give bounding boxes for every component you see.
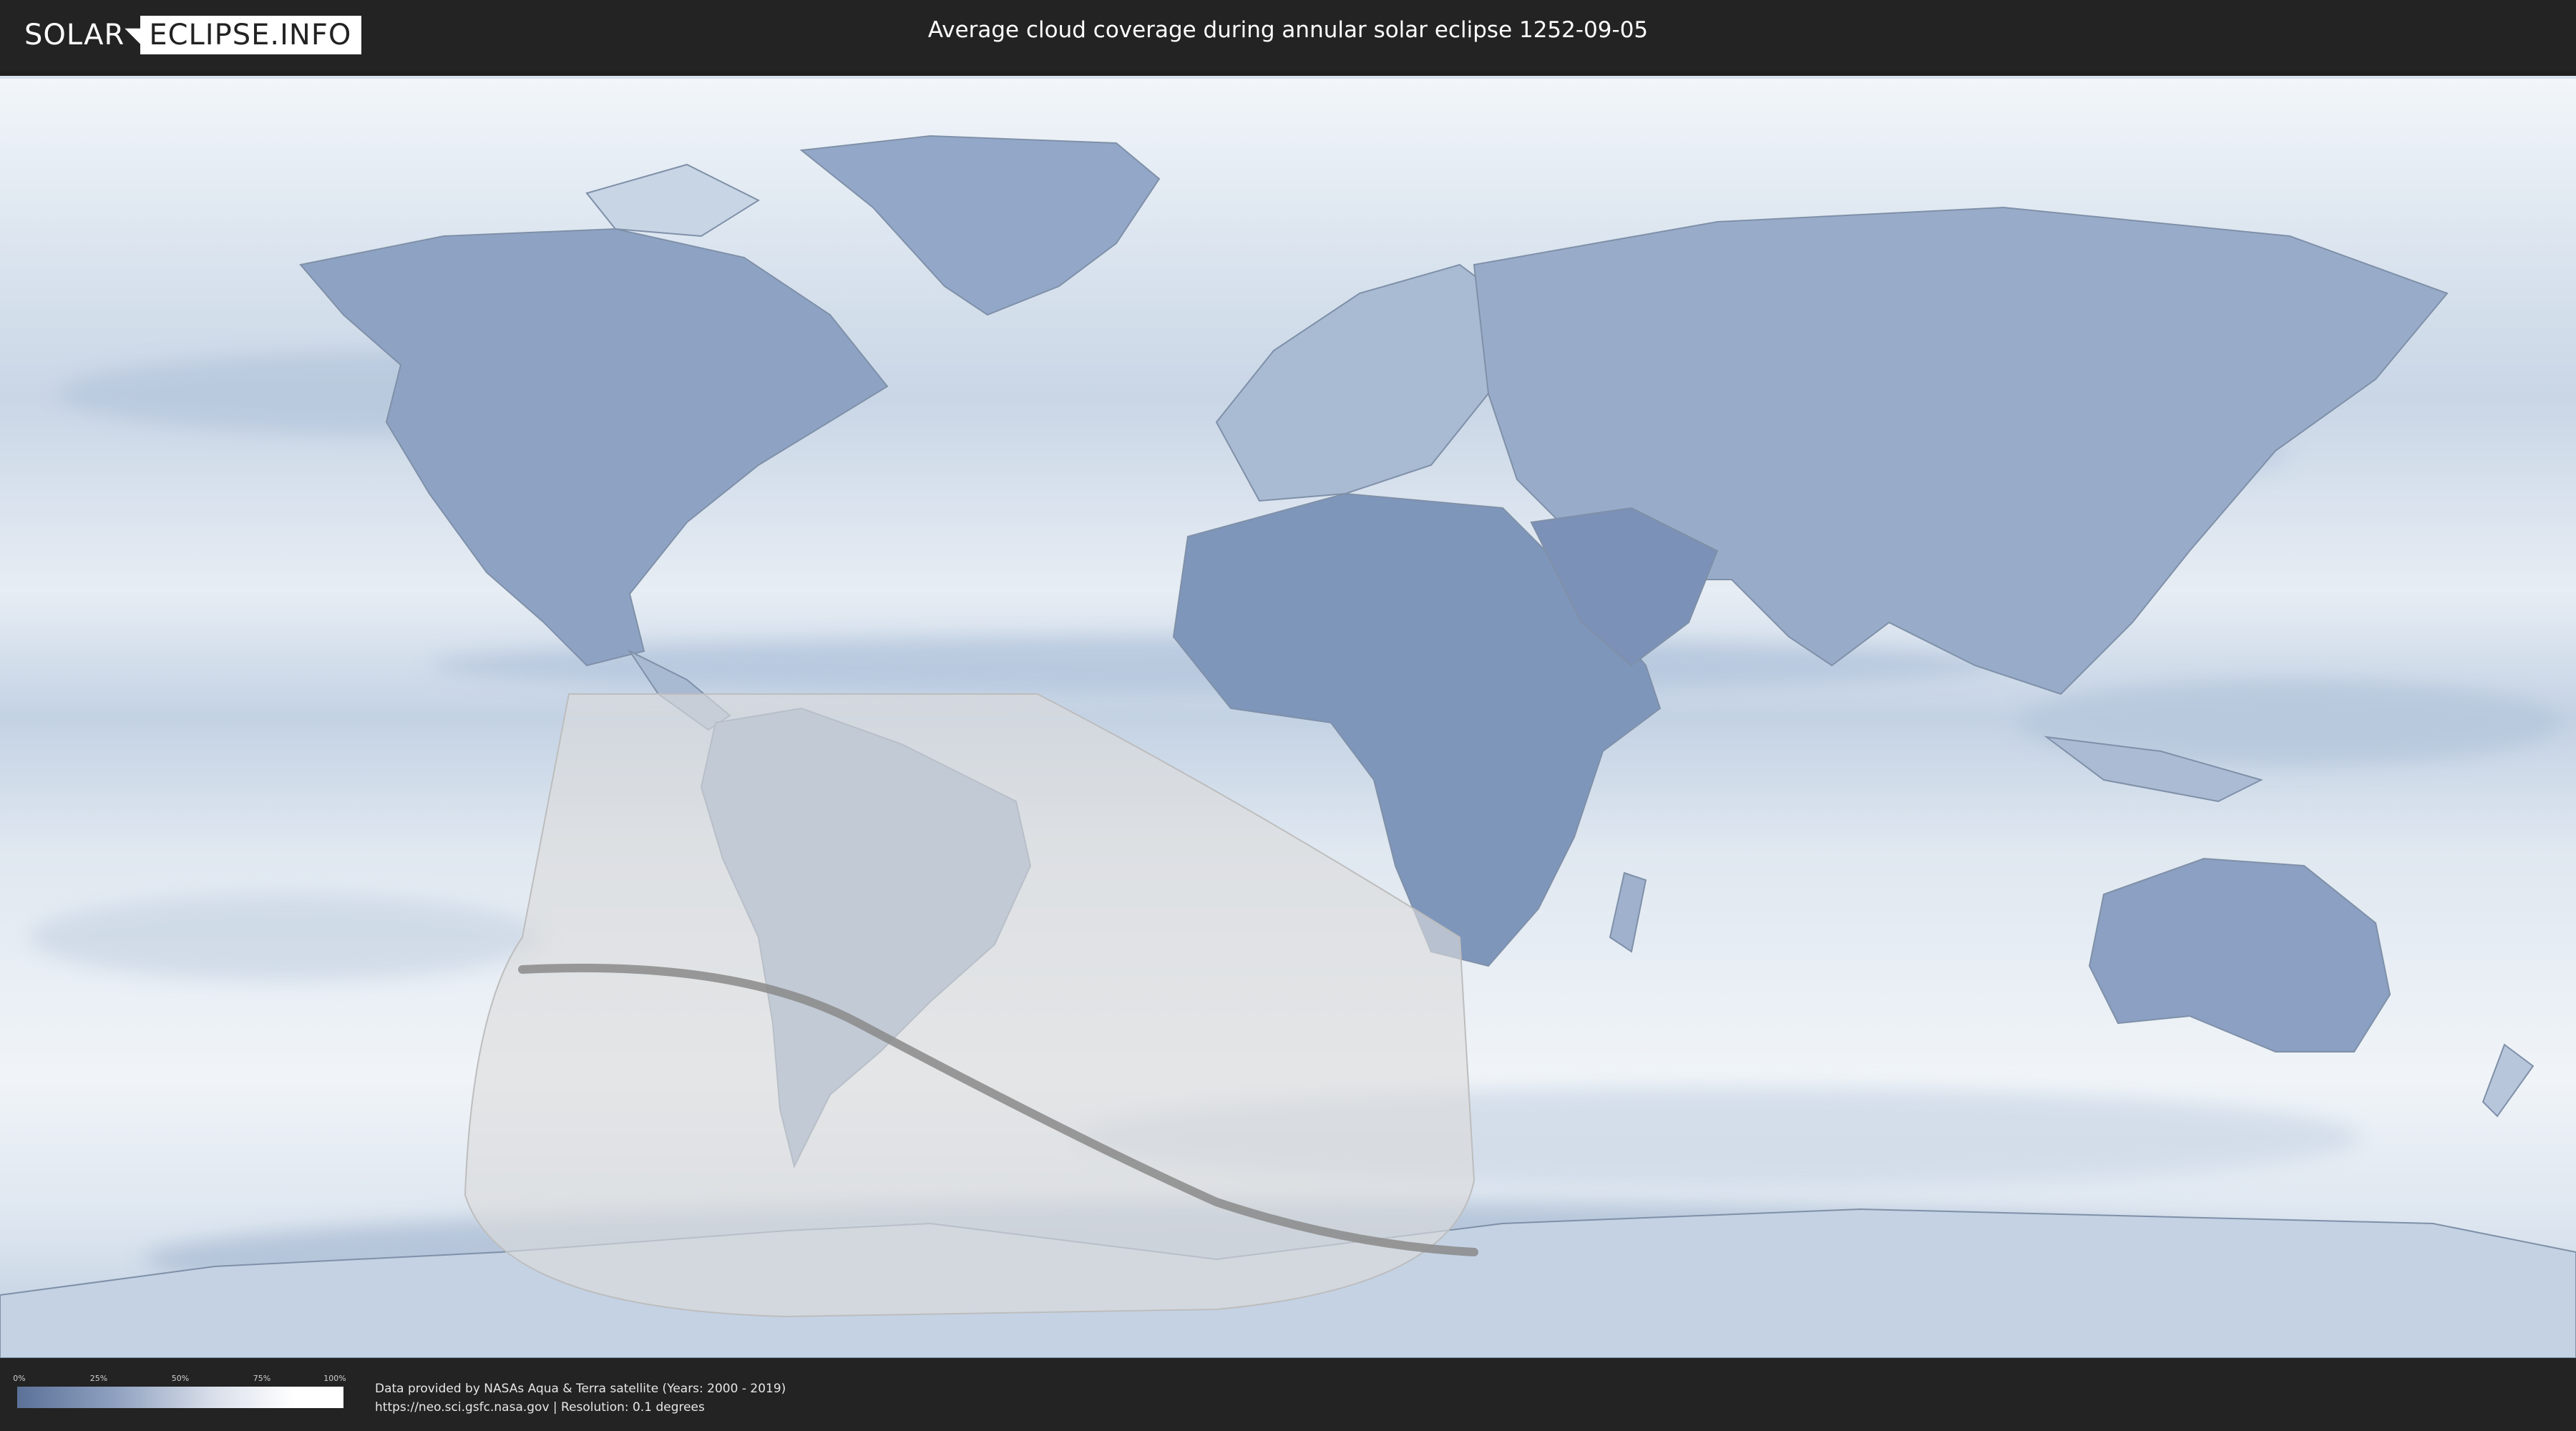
legend-tick: 50% <box>171 1374 190 1383</box>
legend-tick: 0% <box>13 1374 26 1383</box>
header-bar: SOLAR ◥ ECLIPSE.INFO Average cloud cover… <box>0 0 2576 72</box>
credit-line-source: Data provided by NASAs Aqua & Terra sate… <box>375 1382 786 1396</box>
legend-color-bar <box>17 1387 343 1408</box>
coverage-legend: 0% 25% 50% 75% 100% <box>13 1374 346 1408</box>
footer-bar: 0% 25% 50% 75% 100% Data provided by NAS… <box>0 1358 2576 1431</box>
legend-tick: 25% <box>89 1374 108 1383</box>
legend-tick: 100% <box>323 1374 346 1383</box>
legend-ticks: 0% 25% 50% 75% 100% <box>13 1374 346 1387</box>
cloud-coverage-map[interactable] <box>0 76 2576 1358</box>
legend-tick: 75% <box>253 1374 271 1383</box>
page-title: Average cloud coverage during annular so… <box>927 17 1649 43</box>
data-credits: Data provided by NASAs Aqua & Terra sate… <box>375 1379 786 1417</box>
map-svg <box>0 79 2576 1358</box>
credit-line-url[interactable]: https://neo.sci.gsfc.nasa.gov | Resoluti… <box>375 1398 786 1417</box>
